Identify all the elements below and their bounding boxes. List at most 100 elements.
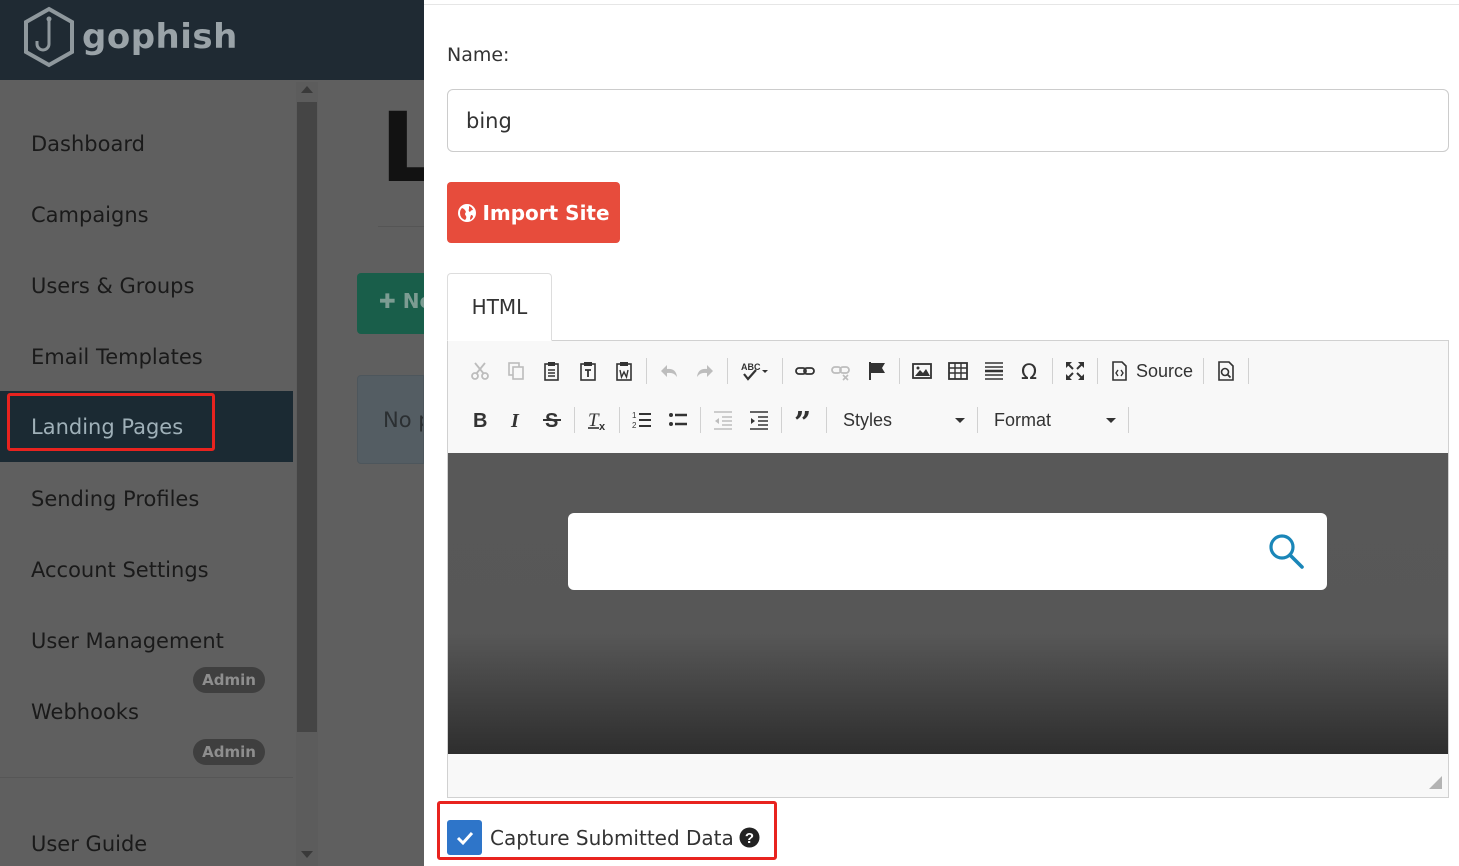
- styles-label: Styles: [843, 409, 893, 430]
- source-icon: [1112, 361, 1127, 381]
- toolbar-separator: [781, 407, 782, 433]
- svg-text:”: ”: [794, 409, 811, 431]
- link-icon[interactable]: [787, 355, 823, 387]
- scroll-down-arrow-icon[interactable]: [301, 851, 313, 858]
- redo-icon[interactable]: [687, 355, 723, 387]
- checkmark-icon: [456, 831, 473, 845]
- outdent-icon[interactable]: [705, 404, 741, 436]
- no-pages-alert: No p: [357, 375, 424, 464]
- tab-html[interactable]: HTML: [447, 273, 552, 341]
- gophish-logo[interactable]: gophish: [22, 6, 238, 68]
- sidebar-scrollbar[interactable]: [296, 82, 318, 866]
- brand-name: gophish: [82, 17, 238, 57]
- special-char-omega-icon[interactable]: Ω: [1012, 355, 1048, 387]
- import-site-button[interactable]: Import Site: [447, 182, 620, 243]
- svg-text:2: 2: [632, 421, 637, 430]
- sidebar-item-account-settings[interactable]: Account Settings: [0, 534, 293, 605]
- preview-search-box[interactable]: [568, 513, 1327, 590]
- maximize-icon[interactable]: [1057, 355, 1093, 387]
- format-label: Format: [994, 409, 1052, 430]
- spellcheck-icon[interactable]: ABC: [732, 355, 778, 387]
- svg-text:1: 1: [632, 411, 637, 420]
- toolbar-separator: [574, 407, 575, 433]
- globe-icon: [458, 203, 477, 222]
- sidebar-item-user-guide[interactable]: User Guide: [0, 808, 293, 866]
- html-editor: ABC Ω Source B I S T x 1 2 ” Styles Form…: [447, 340, 1449, 798]
- import-site-label: Import Site: [482, 200, 610, 225]
- editor-content-area[interactable]: [448, 453, 1448, 754]
- anchor-flag-icon[interactable]: [859, 355, 895, 387]
- undo-icon[interactable]: [651, 355, 687, 387]
- search-icon[interactable]: [1267, 532, 1305, 570]
- toolbar-separator: [700, 407, 701, 433]
- scroll-up-arrow-icon[interactable]: [301, 86, 313, 93]
- toolbar-separator: [977, 407, 978, 433]
- toolbar-separator: [646, 358, 647, 384]
- landing-page-modal: Name: Import Site HTML: [424, 0, 1459, 866]
- source-label: Source: [1136, 360, 1194, 381]
- chevron-down-icon: [1106, 417, 1116, 423]
- svg-text:I: I: [510, 410, 520, 431]
- scroll-thumb[interactable]: [297, 102, 317, 732]
- modal-header-divider: [424, 4, 1459, 5]
- remove-format-icon[interactable]: Tx: [579, 404, 615, 436]
- toolbar-separator: [1097, 358, 1098, 384]
- toolbar-separator: [727, 358, 728, 384]
- toolbar-separator: [899, 358, 900, 384]
- sidebar-item-sending-profiles[interactable]: Sending Profiles: [0, 463, 293, 534]
- svg-text:Ω: Ω: [1021, 360, 1037, 382]
- svg-text:ABC: ABC: [741, 362, 761, 372]
- capture-label: Capture Submitted Data: [490, 825, 734, 850]
- editor-toolbar-row-2: B I S Tx 12 ” Styles Format: [448, 398, 1133, 442]
- sidebar-item-users-groups[interactable]: Users & Groups: [0, 250, 293, 321]
- bold-icon[interactable]: B: [462, 404, 498, 436]
- styles-dropdown[interactable]: Styles: [831, 404, 973, 436]
- unlink-icon[interactable]: [823, 355, 859, 387]
- sidebar-item-campaigns[interactable]: Campaigns: [0, 179, 293, 250]
- toolbar-separator: [1203, 358, 1205, 384]
- blockquote-icon[interactable]: ”: [786, 404, 822, 436]
- sidebar-item-landing-pages[interactable]: Landing Pages: [0, 391, 293, 462]
- source-button[interactable]: Source: [1102, 355, 1199, 387]
- preview-icon[interactable]: [1208, 355, 1244, 387]
- strikethrough-icon[interactable]: S: [534, 404, 570, 436]
- svg-text:?: ?: [745, 830, 754, 847]
- name-input[interactable]: [447, 89, 1449, 152]
- capture-checkbox[interactable]: [447, 820, 482, 855]
- copy-icon[interactable]: [498, 355, 534, 387]
- toolbar-separator: [782, 358, 783, 384]
- svg-text:B: B: [473, 410, 487, 431]
- paste-word-icon[interactable]: [606, 355, 642, 387]
- question-circle-icon[interactable]: ?: [739, 827, 760, 848]
- page-title-divider: [378, 226, 424, 227]
- image-icon[interactable]: [904, 355, 940, 387]
- sidebar-item-webhooks[interactable]: Webhooks: [0, 676, 293, 747]
- paste-icon[interactable]: [534, 355, 570, 387]
- paste-text-icon[interactable]: [570, 355, 606, 387]
- sidebar-item-dashboard[interactable]: Dashboard: [0, 108, 293, 179]
- horizontal-rule-icon[interactable]: [976, 355, 1012, 387]
- sidebar-item-email-templates[interactable]: Email Templates: [0, 321, 293, 392]
- hook-hexagon-icon: [24, 6, 74, 68]
- sidebar: Dashboard Campaigns Users & Groups Email…: [0, 80, 293, 866]
- toolbar-separator: [1052, 358, 1053, 384]
- italic-icon[interactable]: I: [498, 404, 534, 436]
- new-page-button-label: Ne: [402, 289, 424, 313]
- indent-icon[interactable]: [741, 404, 777, 436]
- name-label: Name:: [447, 44, 510, 66]
- resize-grip-icon[interactable]: [1429, 776, 1442, 789]
- cut-icon[interactable]: [462, 355, 498, 387]
- toolbar-separator: [1128, 407, 1129, 433]
- admin-badge: Admin: [193, 739, 265, 765]
- chevron-down-icon: [955, 417, 965, 423]
- new-page-button[interactable]: ✚ Ne: [357, 273, 424, 334]
- sidebar-divider: [0, 777, 293, 778]
- format-dropdown[interactable]: Format: [982, 404, 1124, 436]
- sidebar-item-user-management[interactable]: User Management: [0, 605, 293, 676]
- numbered-list-icon[interactable]: 12: [624, 404, 660, 436]
- editor-toolbar-row-1: ABC Ω Source: [448, 349, 1253, 393]
- capture-submitted-data[interactable]: Capture Submitted Data ?: [447, 820, 760, 855]
- toolbar-separator: [619, 407, 620, 433]
- bulleted-list-icon[interactable]: [660, 404, 696, 436]
- table-icon[interactable]: [940, 355, 976, 387]
